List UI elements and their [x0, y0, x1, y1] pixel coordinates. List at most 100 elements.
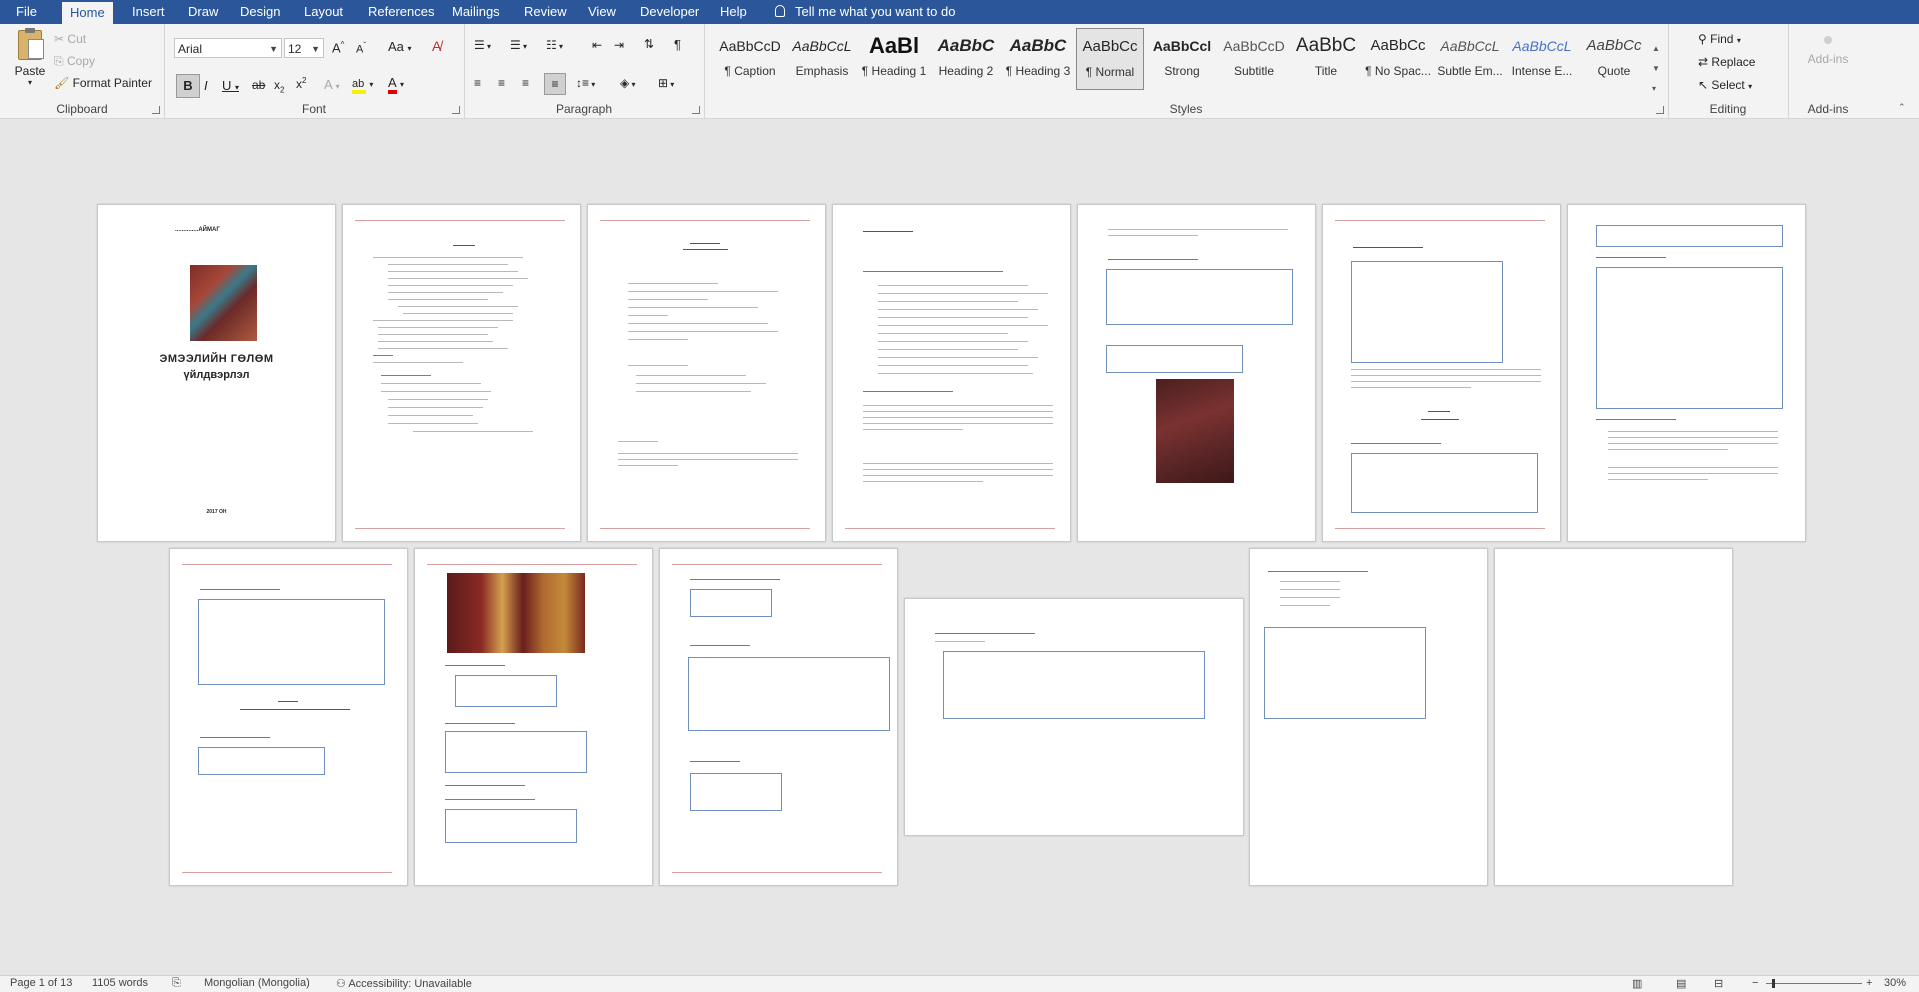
align-center-button[interactable]: ≡ — [498, 76, 505, 90]
tell-me-search[interactable]: Tell me what you want to do — [775, 0, 955, 24]
format-painter-button[interactable]: 🖌 Format Painter — [54, 76, 152, 90]
align-left-button[interactable]: ≡ — [474, 76, 481, 90]
line-spacing-button[interactable]: ↕≡ ▾ — [576, 76, 595, 90]
document-page-9[interactable] — [414, 548, 653, 886]
subscript-button[interactable]: x2 — [274, 78, 284, 94]
underline-button[interactable]: U ▾ — [222, 78, 239, 93]
style-caption[interactable]: AaBbCcD ¶ Caption — [716, 28, 784, 90]
paste-button[interactable]: Paste ▾ — [8, 28, 52, 87]
tab-review[interactable]: Review — [516, 0, 575, 24]
data-table — [198, 747, 325, 775]
document-page-1[interactable]: ..............АЙМАГ ЭМЭЭЛИЙН ГӨЛӨМ үйлдв… — [97, 204, 336, 542]
zoom-slider[interactable] — [1766, 983, 1862, 984]
style-no-spacing[interactable]: AaBbCc ¶ No Spac... — [1364, 28, 1432, 90]
increase-indent-button[interactable]: ⇥ — [614, 38, 624, 52]
read-mode-icon[interactable]: ▥ — [1632, 977, 1642, 990]
highlight-color-button[interactable]: ab ▾ — [352, 76, 373, 94]
tab-design[interactable]: Design — [232, 0, 288, 24]
change-case-button[interactable]: Aa ▾ — [388, 39, 412, 54]
page-count[interactable]: Page 1 of 13 — [10, 977, 72, 989]
bullets-button[interactable]: ☰ ▾ — [474, 38, 491, 52]
font-color-button[interactable]: A ▾ — [388, 76, 404, 94]
paragraph-dialog-launcher-icon[interactable] — [692, 106, 700, 114]
tab-insert[interactable]: Insert — [124, 0, 173, 24]
justify-button[interactable]: ≡ — [544, 73, 566, 95]
font-dialog-launcher-icon[interactable] — [452, 106, 460, 114]
style-heading-1[interactable]: AaBl ¶ Heading 1 — [860, 28, 928, 90]
style-subtle-emphasis[interactable]: AaBbCcL Subtle Em... — [1436, 28, 1504, 90]
decrease-indent-button[interactable]: ⇤ — [592, 38, 602, 52]
addins-group: Add-ins Add-ins — [1788, 24, 1868, 118]
tab-view[interactable]: View — [580, 0, 624, 24]
document-page-2[interactable] — [342, 204, 581, 542]
grow-font-button[interactable]: A^ — [332, 40, 344, 55]
document-page-12[interactable] — [1249, 548, 1488, 886]
style-heading-2[interactable]: AaBbC Heading 2 — [932, 28, 1000, 90]
styles-more-icon[interactable]: ▾ — [1652, 84, 1656, 93]
style-subtitle[interactable]: AaBbCcD Subtitle — [1220, 28, 1288, 90]
style-heading-3[interactable]: AaBbC ¶ Heading 3 — [1004, 28, 1072, 90]
borders-button[interactable]: ⊞ ▾ — [658, 76, 674, 90]
italic-button[interactable]: I — [204, 78, 208, 93]
collapse-ribbon-icon[interactable]: ⌃ — [1898, 102, 1906, 113]
tab-file[interactable]: File — [8, 0, 45, 24]
document-page-13[interactable] — [1494, 548, 1733, 886]
tab-home[interactable]: Home — [62, 0, 113, 24]
document-page-5[interactable] — [1077, 204, 1316, 542]
bold-button[interactable]: B — [176, 74, 200, 98]
style-quote[interactable]: AaBbCc Quote — [1580, 28, 1648, 90]
font-size-combobox[interactable]: 12 ▼ — [284, 38, 324, 58]
style-intense-emphasis[interactable]: AaBbCcL Intense E... — [1508, 28, 1576, 90]
font-name-combobox[interactable]: Arial ▼ — [174, 38, 282, 58]
document-page-8[interactable] — [169, 548, 408, 886]
tab-mailings[interactable]: Mailings — [444, 0, 508, 24]
document-page-7[interactable] — [1567, 204, 1806, 542]
cut-button[interactable]: ✂ Cut — [54, 32, 86, 46]
find-button[interactable]: ⚲ Find ▾ — [1698, 32, 1741, 46]
style-title[interactable]: AaBbC Title — [1292, 28, 1360, 90]
tab-help[interactable]: Help — [712, 0, 755, 24]
document-page-11[interactable] — [904, 598, 1244, 836]
superscript-button[interactable]: x2 — [296, 76, 306, 91]
document-page-4[interactable] — [832, 204, 1071, 542]
accessibility-status[interactable]: ⚇ Accessibility: Unavailable — [336, 977, 472, 990]
document-page-3[interactable] — [587, 204, 826, 542]
data-table — [690, 589, 772, 617]
style-emphasis[interactable]: AaBbCcL Emphasis — [788, 28, 856, 90]
zoom-in-icon[interactable]: + — [1866, 977, 1872, 989]
sort-button[interactable]: ⇅ — [644, 37, 654, 51]
text-effects-button[interactable]: A ▾ — [324, 77, 340, 92]
align-right-button[interactable]: ≡ — [522, 76, 529, 90]
zoom-slider-handle[interactable] — [1772, 979, 1775, 988]
replace-button[interactable]: ⇄ Replace — [1698, 55, 1755, 69]
web-layout-icon[interactable]: ⊟ — [1714, 977, 1723, 990]
numbering-button[interactable]: ☰ ▾ — [510, 38, 527, 52]
multilevel-list-button[interactable]: ☷ ▾ — [546, 38, 563, 52]
word-count[interactable]: 1105 words — [92, 977, 148, 989]
tab-layout[interactable]: Layout — [296, 0, 351, 24]
strikethrough-button[interactable]: ab — [252, 78, 265, 92]
zoom-level[interactable]: 30% — [1884, 977, 1906, 989]
addins-button[interactable]: Add-ins — [1800, 32, 1856, 66]
document-page-6[interactable] — [1322, 204, 1561, 542]
language-indicator[interactable]: Mongolian (Mongolia) — [204, 977, 310, 989]
tab-developer[interactable]: Developer — [632, 0, 707, 24]
clear-formatting-icon[interactable]: A̸ — [432, 38, 441, 54]
style-normal[interactable]: AaBbCc ¶ Normal — [1076, 28, 1144, 90]
styles-scroll-up-icon[interactable]: ▲ — [1652, 44, 1660, 53]
styles-dialog-launcher-icon[interactable] — [1656, 106, 1664, 114]
style-strong[interactable]: AaBbCcl Strong — [1148, 28, 1216, 90]
tab-draw[interactable]: Draw — [180, 0, 226, 24]
clipboard-dialog-launcher-icon[interactable] — [152, 106, 160, 114]
shading-button[interactable]: ◈ ▾ — [620, 76, 635, 90]
copy-button[interactable]: ⎘ Copy — [54, 54, 95, 69]
tab-references[interactable]: References — [360, 0, 442, 24]
proofing-icon[interactable]: ⎘ — [172, 977, 181, 990]
shrink-font-button[interactable]: Aˇ — [356, 41, 366, 56]
zoom-out-icon[interactable]: − — [1752, 977, 1758, 989]
print-layout-icon[interactable]: ▤ — [1676, 977, 1686, 990]
show-formatting-button[interactable]: ¶ — [674, 37, 681, 52]
styles-scroll-down-icon[interactable]: ▼ — [1652, 64, 1660, 73]
select-button[interactable]: ↖ Select ▾ — [1698, 78, 1752, 92]
document-page-10[interactable] — [659, 548, 898, 886]
